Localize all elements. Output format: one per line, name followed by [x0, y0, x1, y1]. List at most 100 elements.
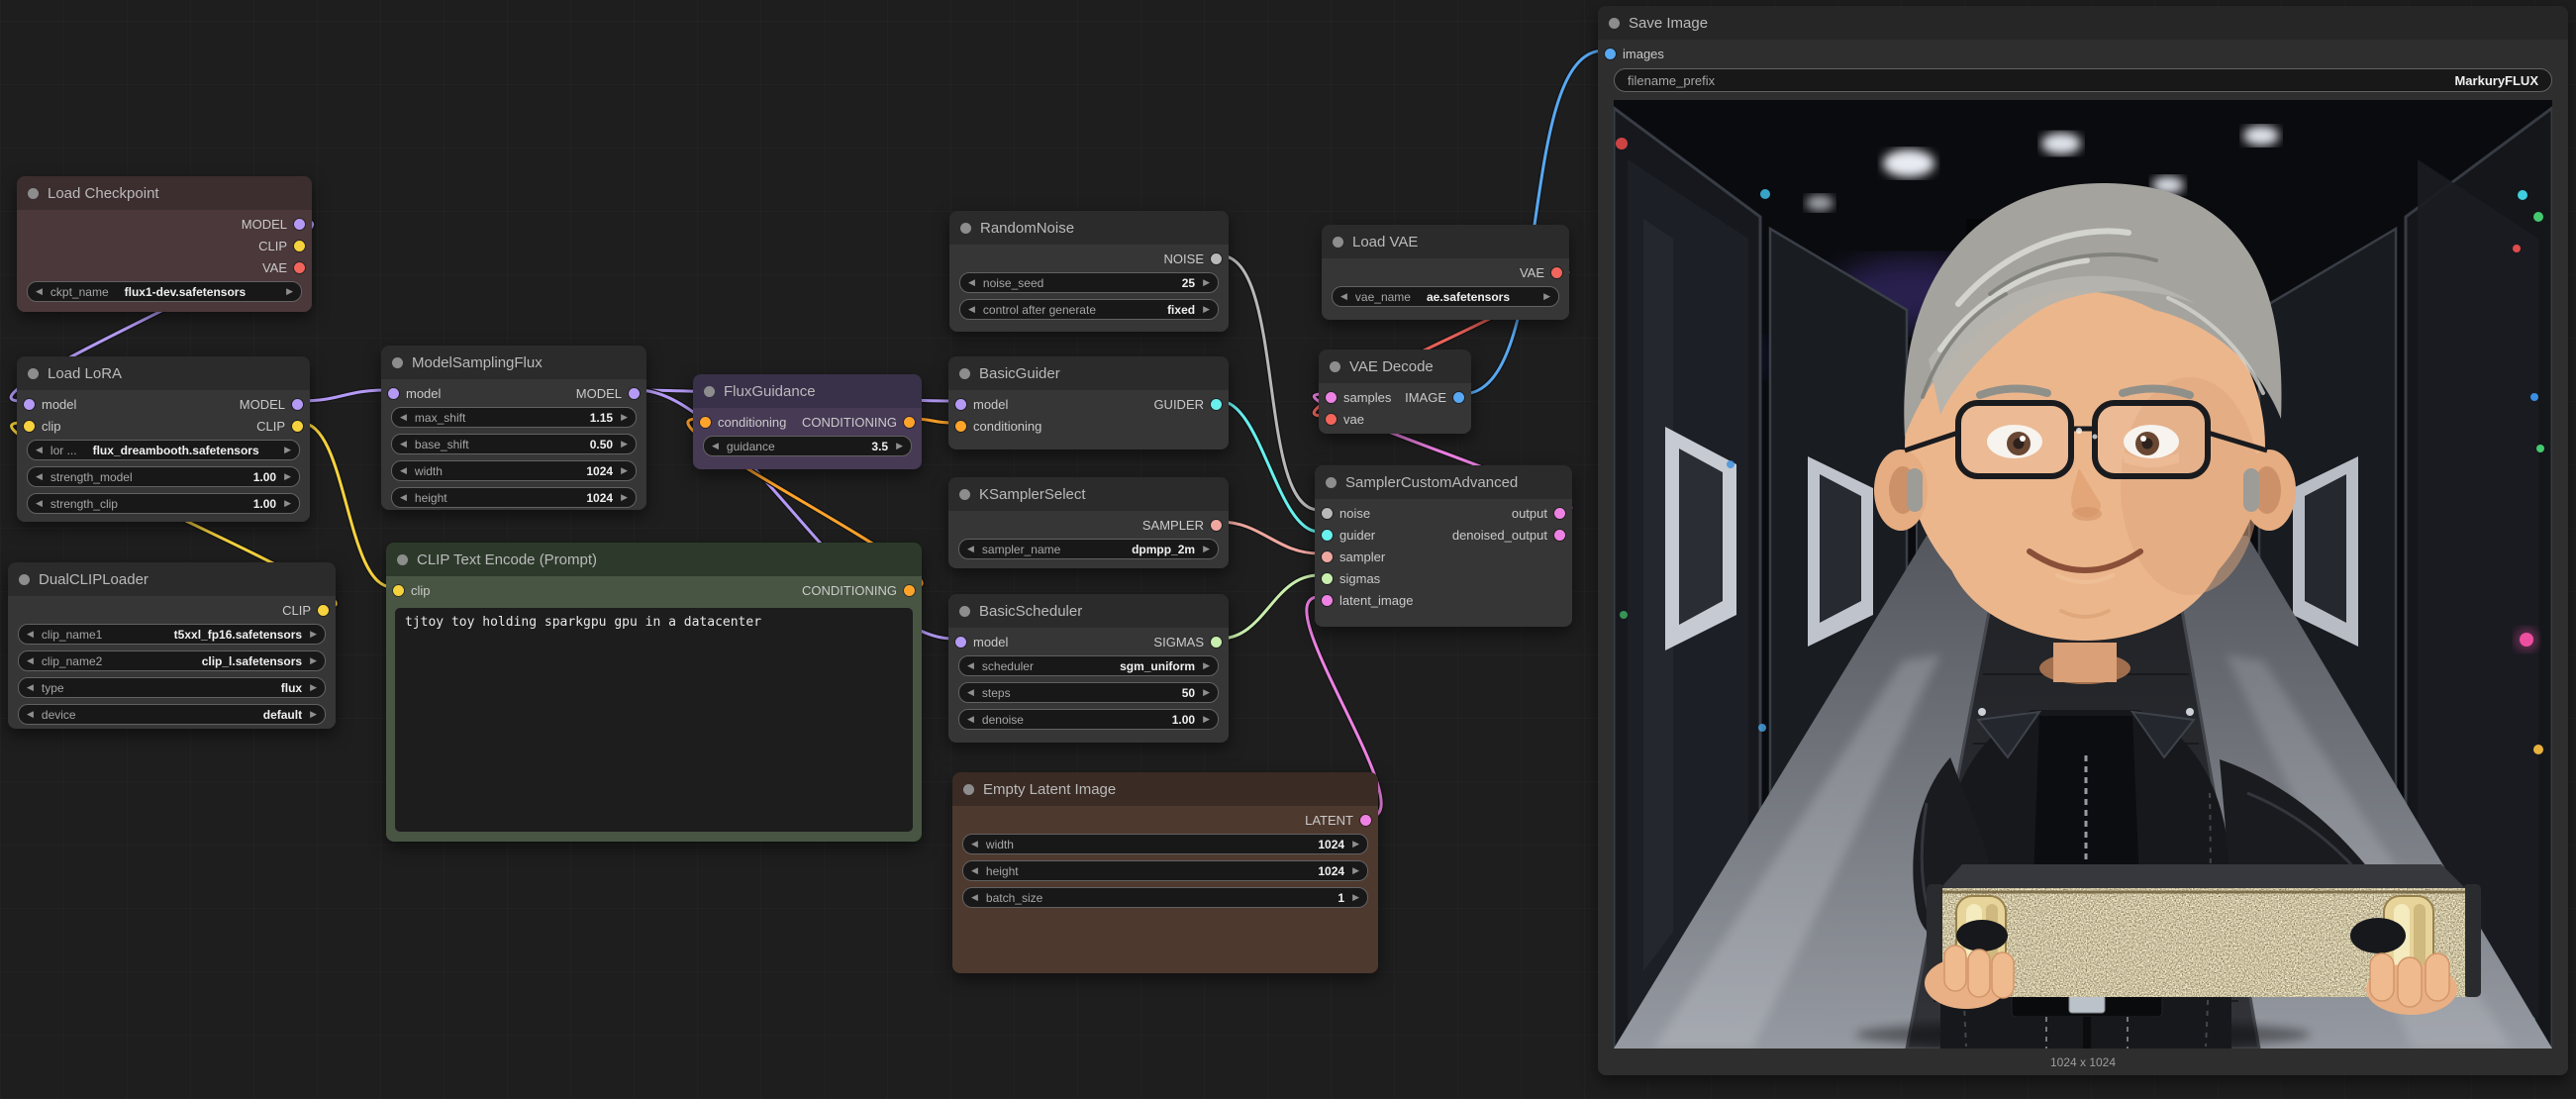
- increment-arrow[interactable]: ▶: [284, 498, 291, 509]
- decrement-arrow[interactable]: ◀: [712, 441, 719, 451]
- increment-arrow[interactable]: ▶: [286, 286, 293, 297]
- node-load-vae[interactable]: Load VAEVAE◀vae_nameae.safetensors▶: [1322, 225, 1569, 320]
- collapse-dot[interactable]: [28, 188, 39, 199]
- node-header[interactable]: BasicScheduler: [948, 594, 1229, 628]
- increment-arrow[interactable]: ▶: [1203, 660, 1210, 671]
- widget-height[interactable]: ◀height1024▶: [391, 487, 637, 508]
- port-dot-sampler[interactable]: [1322, 551, 1333, 562]
- decrement-arrow[interactable]: ◀: [971, 839, 978, 849]
- widget-max-shift[interactable]: ◀max_shift1.15▶: [391, 407, 637, 428]
- output-port-model[interactable]: MODEL: [240, 397, 303, 412]
- input-port-conditioning[interactable]: conditioning: [700, 415, 786, 430]
- increment-arrow[interactable]: ▶: [1203, 714, 1210, 725]
- increment-arrow[interactable]: ▶: [310, 709, 317, 720]
- input-port-samples[interactable]: samples: [1326, 390, 1391, 405]
- node-load-lora[interactable]: Load LoRAmodelMODELclipCLIP◀lor ...flux_…: [17, 356, 310, 522]
- node-randomnoise[interactable]: RandomNoiseNOISE◀noise_seed25▶◀control a…: [949, 211, 1229, 332]
- decrement-arrow[interactable]: ◀: [36, 498, 43, 509]
- widget-steps[interactable]: ◀steps50▶: [958, 682, 1219, 703]
- widget-control-after-generate[interactable]: ◀control after generatefixed▶: [959, 299, 1219, 320]
- port-dot-model[interactable]: [292, 399, 303, 410]
- collapse-dot[interactable]: [1609, 18, 1620, 29]
- input-port-guider[interactable]: guider: [1322, 528, 1375, 543]
- widget-ckpt-name[interactable]: ◀ckpt_nameflux1-dev.safetensors▶: [27, 281, 302, 302]
- increment-arrow[interactable]: ▶: [1352, 839, 1359, 849]
- port-dot-latent[interactable]: [1554, 508, 1565, 519]
- input-port-model[interactable]: model: [24, 397, 76, 412]
- increment-arrow[interactable]: ▶: [621, 492, 628, 503]
- increment-arrow[interactable]: ▶: [621, 412, 628, 423]
- port-dot-model[interactable]: [955, 399, 966, 410]
- widget-lor[interactable]: ◀lor ...flux_dreambooth.safetensors▶: [27, 440, 300, 460]
- decrement-arrow[interactable]: ◀: [400, 439, 407, 450]
- widget-width[interactable]: ◀width1024▶: [962, 834, 1368, 854]
- increment-arrow[interactable]: ▶: [621, 439, 628, 450]
- widget-strength-model[interactable]: ◀strength_model1.00▶: [27, 466, 300, 487]
- output-port-clip[interactable]: CLIP: [256, 419, 303, 434]
- output-port-sampler[interactable]: SAMPLER: [1142, 518, 1222, 533]
- port-dot-conditioning[interactable]: [904, 417, 915, 428]
- output-port-denoised-output[interactable]: denoised_output: [1452, 528, 1565, 543]
- widget-sampler-name[interactable]: ◀sampler_namedpmpp_2m▶: [958, 539, 1219, 559]
- node-header[interactable]: Load VAE: [1322, 225, 1569, 258]
- widget-width[interactable]: ◀width1024▶: [391, 460, 637, 481]
- input-port-clip[interactable]: clip: [393, 583, 431, 598]
- decrement-arrow[interactable]: ◀: [36, 286, 43, 297]
- input-port-model[interactable]: model: [388, 386, 441, 401]
- widget-clip-name2[interactable]: ◀clip_name2clip_l.safetensors▶: [18, 650, 326, 671]
- decrement-arrow[interactable]: ◀: [971, 892, 978, 903]
- widget-type[interactable]: ◀typeflux▶: [18, 677, 326, 698]
- collapse-dot[interactable]: [19, 574, 30, 585]
- port-dot-vae[interactable]: [1551, 267, 1562, 278]
- output-port-conditioning[interactable]: CONDITIONING: [802, 583, 915, 598]
- collapse-dot[interactable]: [959, 368, 970, 379]
- node-header[interactable]: CLIP Text Encode (Prompt): [386, 543, 922, 576]
- increment-arrow[interactable]: ▶: [1203, 544, 1210, 554]
- node-load-checkpoint[interactable]: Load CheckpointMODELCLIPVAE◀ckpt_nameflu…: [17, 176, 312, 312]
- node-empty-latent-image[interactable]: Empty Latent ImageLATENT◀width1024▶◀heig…: [952, 772, 1378, 973]
- collapse-dot[interactable]: [392, 357, 403, 368]
- port-dot-image[interactable]: [1453, 392, 1464, 403]
- port-dot-vae[interactable]: [294, 262, 305, 273]
- decrement-arrow[interactable]: ◀: [27, 709, 34, 720]
- input-port-sigmas[interactable]: sigmas: [1322, 571, 1380, 586]
- increment-arrow[interactable]: ▶: [310, 629, 317, 640]
- node-clip-text-encode-prompt[interactable]: CLIP Text Encode (Prompt) clip CONDITIONIN…: [386, 543, 922, 842]
- decrement-arrow[interactable]: ◀: [36, 445, 43, 455]
- collapse-dot[interactable]: [397, 554, 408, 565]
- node-header[interactable]: DualCLIPLoader: [8, 562, 336, 596]
- decrement-arrow[interactable]: ◀: [400, 465, 407, 476]
- increment-arrow[interactable]: ▶: [621, 465, 628, 476]
- collapse-dot[interactable]: [959, 606, 970, 617]
- widget-scheduler[interactable]: ◀schedulersgm_uniform▶: [958, 655, 1219, 676]
- comfyui-canvas[interactable]: { "app": {"name_hint": "node-graph-edito…: [0, 0, 2576, 1099]
- node-header[interactable]: BasicGuider: [948, 356, 1229, 390]
- widget-strength-clip[interactable]: ◀strength_clip1.00▶: [27, 493, 300, 514]
- decrement-arrow[interactable]: ◀: [967, 660, 974, 671]
- node-basicscheduler[interactable]: BasicSchedulermodelSIGMAS◀schedulersgm_u…: [948, 594, 1229, 743]
- node-header[interactable]: Load Checkpoint: [17, 176, 312, 210]
- increment-arrow[interactable]: ▶: [310, 682, 317, 693]
- collapse-dot[interactable]: [28, 368, 39, 379]
- node-header[interactable]: ModelSamplingFlux: [381, 346, 646, 379]
- port-dot-conditioning[interactable]: [700, 417, 711, 428]
- port-dot-clip[interactable]: [318, 605, 329, 616]
- output-port-vae[interactable]: VAE: [262, 260, 305, 275]
- port-dot-conditioning[interactable]: [955, 421, 966, 432]
- decrement-arrow[interactable]: ◀: [36, 471, 43, 482]
- port-dot-noise[interactable]: [1322, 508, 1333, 519]
- input-port-model[interactable]: model: [955, 635, 1008, 649]
- widget-vae-name[interactable]: ◀vae_nameae.safetensors▶: [1332, 286, 1559, 307]
- output-port-output[interactable]: output: [1512, 506, 1565, 521]
- node-ksamplerselect[interactable]: KSamplerSelectSAMPLER◀sampler_namedpmpp_…: [948, 477, 1229, 568]
- output-port-conditioning[interactable]: CONDITIONING: [802, 415, 915, 430]
- decrement-arrow[interactable]: ◀: [400, 412, 407, 423]
- decrement-arrow[interactable]: ◀: [27, 682, 34, 693]
- output-port-image[interactable]: IMAGE: [1405, 390, 1464, 405]
- decrement-arrow[interactable]: ◀: [971, 865, 978, 876]
- node-header[interactable]: FluxGuidance: [693, 374, 922, 408]
- port-dot-conditioning[interactable]: [904, 585, 915, 596]
- collapse-dot[interactable]: [704, 386, 715, 397]
- widget-device[interactable]: ◀devicedefault▶: [18, 704, 326, 725]
- port-dot-vae[interactable]: [1326, 414, 1337, 425]
